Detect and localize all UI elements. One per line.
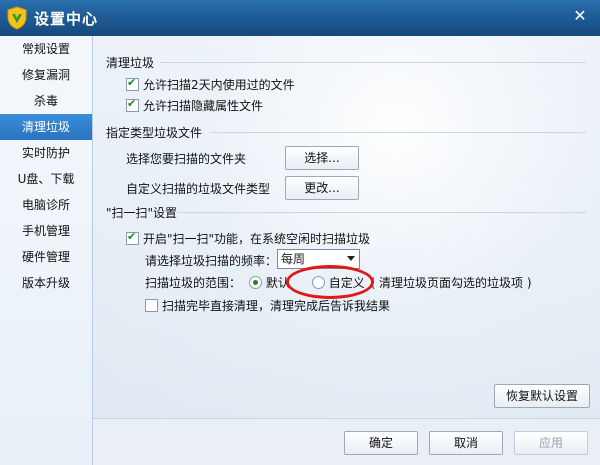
range-note: ( 清理垃圾页面勾选的垃圾项 ) xyxy=(370,276,532,290)
option-label: 允许扫描隐藏属性文件 xyxy=(143,99,264,113)
section-title-filetype: 指定类型垃圾文件 xyxy=(106,126,203,140)
option-direct-clean[interactable]: 扫描完毕直接清理，清理完成后告诉我结果 xyxy=(145,297,390,314)
settings-content: 清理垃圾 允许扫描2天内使用过的文件 允许扫描隐藏属性文件 指定类型垃圾文件 选… xyxy=(93,36,600,418)
range-custom-label: 自定义 xyxy=(328,276,365,290)
filetype-label: 自定义扫描的垃圾文件类型 xyxy=(126,182,271,196)
settings-window: 设置中心 ✕ 常规设置 修复漏洞 杀毒 清理垃圾 实时防护 U盘、下载 电脑诊所… xyxy=(0,0,600,465)
checkbox-enable-scan[interactable] xyxy=(126,230,139,245)
range-label: 扫描垃圾的范围： xyxy=(145,276,242,290)
select-folder-button[interactable]: 选择... xyxy=(285,146,359,170)
frequency-value: 每周 xyxy=(281,252,306,266)
ok-button[interactable]: 确定 xyxy=(344,431,418,455)
option-enable-scan[interactable]: 开启"扫一扫"功能，在系统空闲时扫描垃圾 xyxy=(126,230,370,247)
option-scan-recent[interactable]: 允许扫描2天内使用过的文件 xyxy=(126,76,295,93)
window-title: 设置中心 xyxy=(34,10,99,28)
checkbox-scan-hidden[interactable] xyxy=(126,97,139,112)
title-bar: 设置中心 ✕ xyxy=(0,0,600,36)
sidebar-item-clean[interactable]: 清理垃圾 xyxy=(0,114,92,140)
section-divider xyxy=(211,132,586,133)
shield-logo-icon xyxy=(7,6,27,30)
section-title-scan: "扫一扫"设置 xyxy=(106,206,178,220)
close-icon[interactable]: ✕ xyxy=(568,6,592,26)
sidebar-item-realtime[interactable]: 实时防护 xyxy=(0,140,92,166)
sidebar-item-upgrade[interactable]: 版本升级 xyxy=(0,270,92,296)
restore-defaults-button[interactable]: 恢复默认设置 xyxy=(494,384,590,408)
option-label: 开启"扫一扫"功能，在系统空闲时扫描垃圾 xyxy=(143,232,371,246)
frequency-label: 请选择垃圾扫描的频率： xyxy=(145,254,278,268)
folder-label: 选择您要扫描的文件夹 xyxy=(126,152,247,166)
bottom-bar: 确定 取消 应用 xyxy=(93,418,600,465)
radio-range-default[interactable] xyxy=(248,276,262,289)
option-label: 扫描完毕直接清理，清理完成后告诉我结果 xyxy=(162,299,391,313)
chevron-down-icon xyxy=(347,256,355,261)
sidebar-item-usb-download[interactable]: U盘、下载 xyxy=(0,166,92,192)
radio-range-custom[interactable] xyxy=(311,276,325,289)
frequency-select[interactable]: 每周 xyxy=(277,249,360,269)
sidebar-item-antivirus[interactable]: 杀毒 xyxy=(0,88,92,114)
section-title-clean: 清理垃圾 xyxy=(106,56,155,70)
range-default-label: 默认 xyxy=(265,276,290,290)
sidebar-item-general[interactable]: 常规设置 xyxy=(0,36,92,62)
section-divider xyxy=(177,212,586,213)
cancel-button[interactable]: 取消 xyxy=(429,431,503,455)
apply-button[interactable]: 应用 xyxy=(514,431,588,455)
sidebar-item-clinic[interactable]: 电脑诊所 xyxy=(0,192,92,218)
change-filetype-button[interactable]: 更改... xyxy=(285,176,359,200)
sidebar-item-hardware[interactable]: 硬件管理 xyxy=(0,244,92,270)
sidebar-nav: 常规设置 修复漏洞 杀毒 清理垃圾 实时防护 U盘、下载 电脑诊所 手机管理 硬… xyxy=(0,36,93,465)
option-scan-hidden[interactable]: 允许扫描隐藏属性文件 xyxy=(126,97,263,114)
option-label: 允许扫描2天内使用过的文件 xyxy=(143,78,295,92)
range-row: 扫描垃圾的范围： 默认 自定义 ( 清理垃圾页面勾选的垃圾项 ) xyxy=(145,274,532,291)
section-divider xyxy=(161,62,586,63)
sidebar-item-phone[interactable]: 手机管理 xyxy=(0,218,92,244)
checkbox-direct-clean[interactable] xyxy=(145,299,158,312)
sidebar-item-vulnerability[interactable]: 修复漏洞 xyxy=(0,62,92,88)
checkbox-scan-recent[interactable] xyxy=(126,76,139,91)
